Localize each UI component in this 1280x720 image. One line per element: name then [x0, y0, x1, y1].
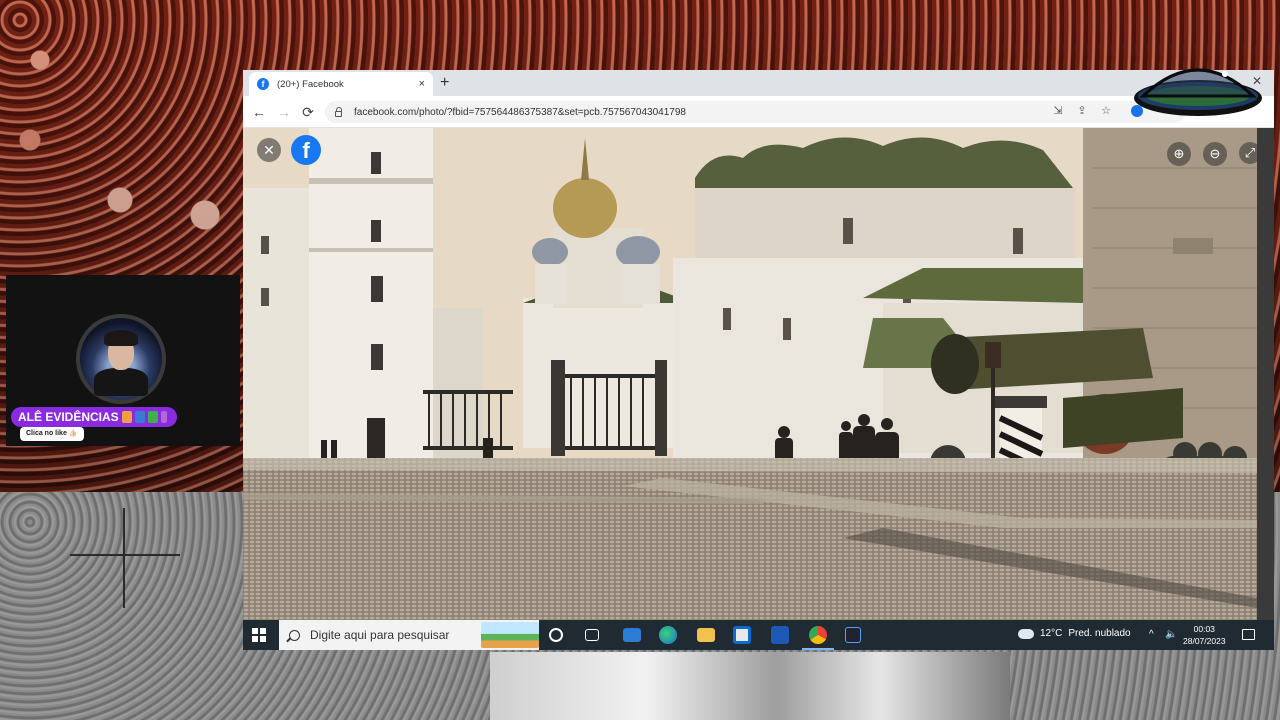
crosshair-horizontal — [70, 554, 180, 556]
clock-date: 28/07/2023 — [1183, 636, 1226, 646]
kremlin-photo — [243, 128, 1257, 620]
lock-icon — [335, 106, 342, 117]
tab-title: (20+) Facebook — [277, 78, 344, 90]
book-icon — [147, 411, 158, 423]
photo-side-panel — [1257, 128, 1274, 620]
photo-viewer: ✕ f ⊕ ⊖ ⤢ — [243, 128, 1257, 620]
file-explorer-icon[interactable] — [697, 628, 715, 642]
close-photo-button[interactable]: ✕ — [257, 138, 281, 162]
like-prompt: Clica no like 👍🏻 — [20, 427, 84, 441]
fullscreen-button[interactable]: ⤢ — [1239, 142, 1257, 164]
cloud-icon — [1018, 623, 1034, 639]
facebook-logo-icon[interactable]: f — [291, 135, 321, 165]
start-button[interactable] — [252, 628, 266, 642]
channel-avatar — [76, 314, 166, 404]
tab-facebook[interactable]: f (20+) Facebook × — [249, 72, 433, 96]
channel-name: ALÊ EVIDÊNCIAS — [18, 410, 119, 424]
mail-icon[interactable] — [623, 628, 641, 642]
screen: ALÊ EVIDÊNCIAS Clica no like 👍🏻 f (20+) … — [0, 0, 1280, 720]
share-icon[interactable]: ⇪ — [1075, 104, 1089, 118]
taskbar-search[interactable]: Digite aqui para pesquisar — [279, 620, 539, 650]
flat-earth-dome-logo — [1134, 68, 1262, 116]
url-text: facebook.com/photo/?fbid=757564486375387… — [354, 106, 686, 118]
browser-window: f (20+) Facebook × + ✕ ← → ⟳ facebook.co… — [243, 70, 1274, 650]
book-icon — [121, 411, 132, 423]
microphone-icon — [160, 411, 167, 423]
weather-temp: 12°C — [1040, 628, 1063, 639]
weather-widget[interactable]: 12°C Pred. nublado — [1018, 623, 1131, 639]
zoom-out-button[interactable]: ⊖ — [1203, 142, 1227, 166]
store-icon[interactable] — [733, 626, 751, 644]
notification-icon[interactable] — [1242, 629, 1255, 640]
clock-time: 00:03 — [1193, 624, 1215, 634]
chrome-icon[interactable] — [802, 626, 834, 650]
search-placeholder: Digite aqui para pesquisar — [310, 628, 450, 642]
app-icon[interactable] — [845, 627, 861, 643]
tab-bar: f (20+) Facebook × + ✕ — [243, 70, 1274, 96]
reload-button[interactable]: ⟳ — [299, 103, 317, 121]
background-astronaut-image — [490, 652, 1010, 720]
forward-button[interactable]: → — [275, 103, 293, 121]
search-icon — [289, 629, 300, 641]
edge-icon[interactable] — [659, 626, 677, 644]
browser-toolbar: ← → ⟳ facebook.com/photo/?fbid=757564486… — [243, 96, 1274, 128]
crosshair-vertical — [123, 508, 125, 608]
back-button[interactable]: ← — [250, 103, 268, 121]
tab-close-icon[interactable]: × — [419, 78, 425, 90]
book-icon — [134, 411, 145, 423]
facebook-favicon-icon: f — [257, 78, 269, 90]
install-app-icon[interactable]: ⇲ — [1051, 104, 1065, 118]
weather-desc: Pred. nublado — [1068, 628, 1131, 639]
windows-taskbar: Digite aqui para pesquisar 12°C Pred. nu… — [243, 620, 1274, 650]
cortana-icon[interactable] — [549, 628, 563, 642]
chevron-up-icon[interactable]: ^ — [1149, 629, 1154, 640]
word-icon[interactable] — [771, 626, 789, 644]
bookmark-star-icon[interactable]: ☆ — [1099, 104, 1113, 118]
new-tab-button[interactable]: + — [440, 73, 449, 93]
zoom-in-button[interactable]: ⊕ — [1167, 142, 1191, 166]
task-view-icon[interactable] — [585, 629, 599, 641]
channel-name-badge: ALÊ EVIDÊNCIAS — [11, 407, 177, 427]
search-highlight-image — [481, 622, 539, 648]
speaker-icon[interactable]: 🔈 — [1165, 629, 1177, 640]
clock[interactable]: 00:03 28/07/2023 — [1183, 623, 1226, 647]
